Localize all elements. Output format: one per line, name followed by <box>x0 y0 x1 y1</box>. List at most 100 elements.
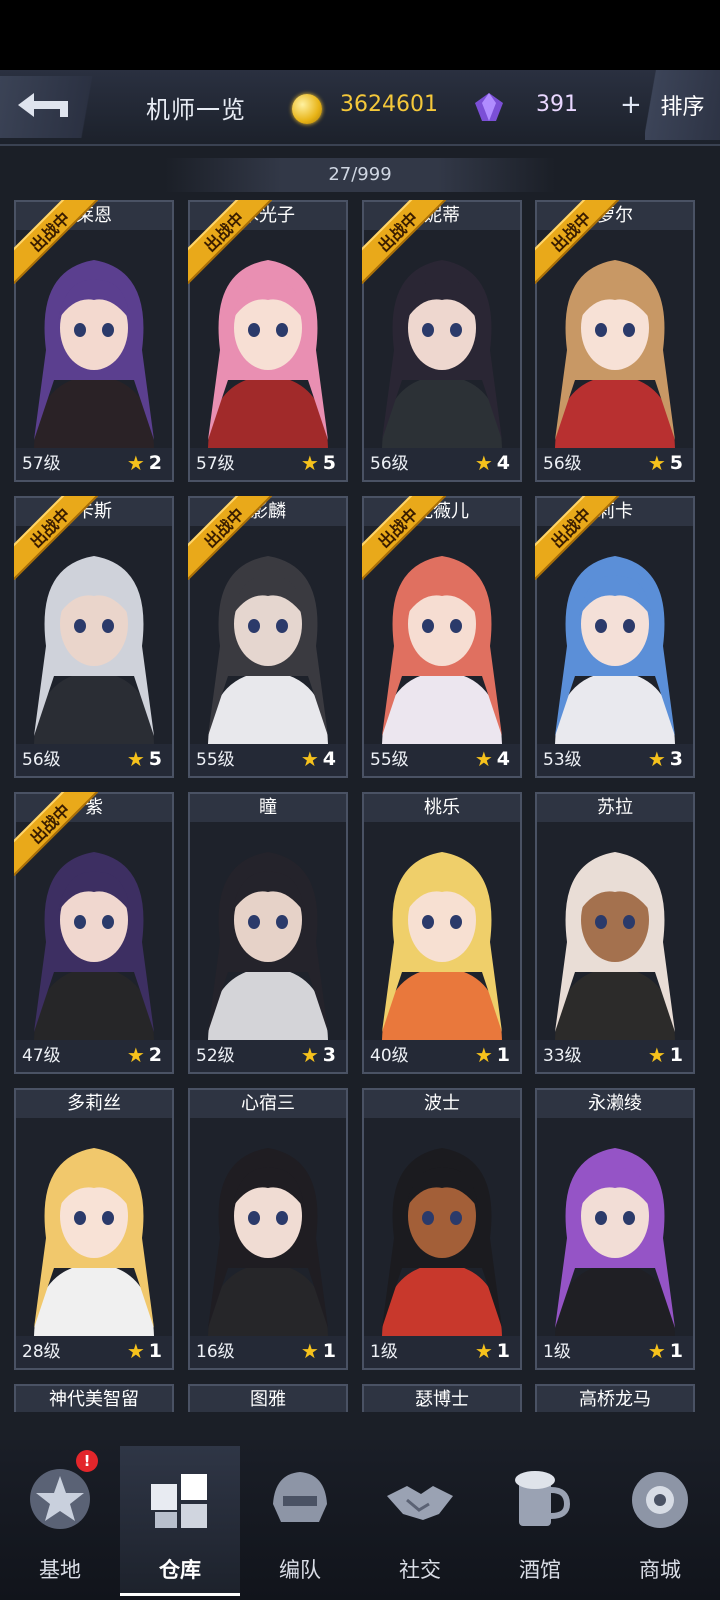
pilot-card[interactable]: 波士 1级 ★ 1 <box>362 1088 522 1370</box>
pilot-name: 多莉丝 <box>16 1090 172 1118</box>
pilot-name: 苏拉 <box>537 794 693 822</box>
status-bar <box>0 0 720 70</box>
warehouse-cubes-icon <box>141 1446 219 1542</box>
pilot-level: 1级 <box>543 1342 571 1362</box>
pilot-card[interactable]: 木光子 出战中 57级 ★ 5 <box>188 200 348 482</box>
pilot-star-rating: ★ 1 <box>301 1339 336 1363</box>
star-icon: ★ <box>126 1339 145 1363</box>
star-icon: ★ <box>300 747 319 771</box>
pilot-star-rating: ★ 3 <box>301 1043 336 1067</box>
pilot-star-rating: ★ 5 <box>648 451 683 475</box>
pilot-card[interactable]: 紫出战中 47级 ★ 2 <box>14 792 174 1074</box>
nav-label: 商城 <box>639 1558 681 1582</box>
pilot-level: 1级 <box>370 1342 398 1362</box>
top-bar: 机师一览 3624601 391 + 排序 <box>0 70 720 146</box>
pilot-card[interactable]: 心宿三 16级 ★ 1 <box>188 1088 348 1370</box>
pilot-level: 52级 <box>196 1046 235 1066</box>
pilot-level: 56级 <box>22 750 61 770</box>
star-count: 5 <box>322 452 336 474</box>
nav-item[interactable]: 编队 <box>240 1446 360 1596</box>
pilot-level: 16级 <box>196 1342 235 1362</box>
star-count: 1 <box>496 1044 510 1066</box>
star-count: 1 <box>322 1340 336 1362</box>
pilot-portrait <box>16 1118 172 1336</box>
star-icon: ★ <box>474 1043 493 1067</box>
coin-balance: 3624601 <box>340 92 438 117</box>
pilot-card[interactable]: 多莉丝 28级 ★ 1 <box>14 1088 174 1370</box>
pilot-card[interactable]: 瞳 52级 ★ 3 <box>188 792 348 1074</box>
pilot-level: 47级 <box>22 1046 61 1066</box>
star-icon: ★ <box>474 747 493 771</box>
pilot-level: 33级 <box>543 1046 582 1066</box>
nav-item[interactable]: 基地! <box>0 1446 120 1596</box>
star-count: 5 <box>669 452 683 474</box>
pilot-card[interactable]: 萝尔 出战中 56级 ★ 5 <box>535 200 695 482</box>
deployed-badge-label: 出战中 <box>14 496 98 580</box>
pilot-star-rating: ★ 2 <box>127 1043 162 1067</box>
nav-item[interactable]: 酒馆 <box>480 1446 600 1596</box>
pilot-portrait <box>190 822 346 1040</box>
deployed-badge-label: 出战中 <box>535 496 619 580</box>
pilot-name: 图雅 <box>190 1386 346 1412</box>
pilot-name: 神代美智留 <box>16 1386 172 1412</box>
pilot-star-rating: ★ 5 <box>301 451 336 475</box>
pilot-card[interactable]: 瑟博士 <box>362 1384 522 1412</box>
nav-label: 编队 <box>279 1558 321 1582</box>
pilot-card[interactable]: 卡斯 出战中 56级 ★ 5 <box>14 496 174 778</box>
star-count: 3 <box>669 748 683 770</box>
pilot-level: 56级 <box>543 454 582 474</box>
pilot-level: 55级 <box>370 750 409 770</box>
deployed-badge: 出战中 <box>362 496 446 580</box>
nav-label: 社交 <box>399 1558 441 1582</box>
pilot-card[interactable]: 苏拉 33级 ★ 1 <box>535 792 695 1074</box>
nav-item[interactable]: 商城 <box>600 1446 720 1596</box>
pilot-name: 瑟博士 <box>364 1386 520 1412</box>
pilot-card[interactable]: 莉卡 出战中 53级 ★ 3 <box>535 496 695 778</box>
pilot-star-rating: ★ 1 <box>475 1339 510 1363</box>
star-count: 2 <box>148 452 162 474</box>
sort-button[interactable]: 排序 <box>645 70 720 140</box>
pilot-portrait <box>364 822 520 1040</box>
deployed-badge: 出战中 <box>362 200 446 284</box>
page-title: 机师一览 <box>146 96 246 124</box>
star-icon: ★ <box>300 451 319 475</box>
pilot-card[interactable]: 图雅 <box>188 1384 348 1412</box>
pilot-card[interactable]: 神代美智留 <box>14 1384 174 1412</box>
nav-label: 仓库 <box>159 1558 201 1582</box>
pilot-grid: 莱恩 出战中 57级 ★ 2 木光子 出战中 57级 ★ 5 妮蒂 出战中 56级 ★ 4 萝尔 出战中 56级 ★… <box>14 200 706 1412</box>
deployed-badge-label: 出战中 <box>535 200 619 284</box>
back-arrow-icon <box>18 93 68 117</box>
pilot-name: 永濑绫 <box>537 1090 693 1118</box>
back-button[interactable] <box>0 76 120 138</box>
pilot-star-rating: ★ 1 <box>475 1043 510 1067</box>
bottom-nav: 基地! 仓库 编队 社交 酒馆 商城 <box>0 1440 720 1600</box>
deployed-badge: 出战中 <box>14 792 98 876</box>
pilot-card[interactable]: 莱恩 出战中 57级 ★ 2 <box>14 200 174 482</box>
pilot-name: 桃乐 <box>364 794 520 822</box>
star-icon: ★ <box>300 1339 319 1363</box>
pilot-card[interactable]: 高桥龙马 <box>535 1384 695 1412</box>
pilot-star-rating: ★ 1 <box>127 1339 162 1363</box>
pilot-level: 53级 <box>543 750 582 770</box>
pilot-star-rating: ★ 1 <box>648 1339 683 1363</box>
pilot-card[interactable]: 永濑绫 1级 ★ 1 <box>535 1088 695 1370</box>
pilot-star-rating: ★ 1 <box>648 1043 683 1067</box>
pilot-card[interactable]: 妮薇儿 出战中 55级 ★ 4 <box>362 496 522 778</box>
star-icon: ★ <box>647 747 666 771</box>
star-count: 3 <box>322 1044 336 1066</box>
nav-item[interactable]: 社交 <box>360 1446 480 1596</box>
add-gems-button[interactable]: + <box>620 90 642 120</box>
nav-label: 酒馆 <box>519 1558 561 1582</box>
star-icon: ★ <box>126 747 145 771</box>
star-icon: ★ <box>647 1043 666 1067</box>
pilot-card[interactable]: 妮蒂 出战中 56级 ★ 4 <box>362 200 522 482</box>
pilot-portrait <box>364 1118 520 1336</box>
pilot-card[interactable]: 桃乐 40级 ★ 1 <box>362 792 522 1074</box>
pilot-portrait <box>537 822 693 1040</box>
gem-balance: 391 <box>536 92 578 117</box>
deployed-badge-label: 出战中 <box>14 200 98 284</box>
star-count: 4 <box>496 748 510 770</box>
star-icon: ★ <box>474 1339 493 1363</box>
pilot-card[interactable]: 影麟 出战中 55级 ★ 4 <box>188 496 348 778</box>
nav-item[interactable]: 仓库 <box>120 1446 240 1596</box>
